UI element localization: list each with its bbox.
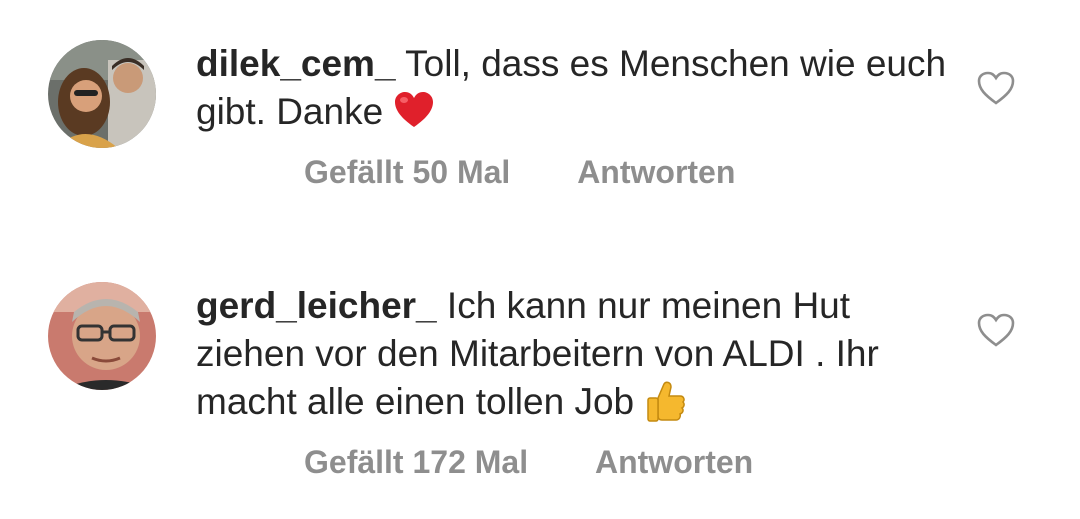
heart-outline-icon[interactable] [976, 312, 1016, 348]
comment-text: gerd_leicher_ Ich kann nur meinen Hut zi… [196, 282, 956, 426]
avatar[interactable] [48, 40, 156, 148]
reply-button[interactable]: Antworten [595, 444, 753, 480]
red-heart-emoji [393, 90, 435, 130]
comment-actions: Gefällt 50 Mal Antworten [304, 154, 735, 191]
comment-actions: Gefällt 172 Mal Antworten [304, 444, 753, 481]
username[interactable]: gerd_leicher_ [196, 285, 437, 326]
comment-text: dilek_cem_ Toll, dass es Menschen wie eu… [196, 40, 956, 136]
avatar[interactable] [48, 282, 156, 390]
likes-count[interactable]: Gefällt 172 Mal [304, 444, 528, 480]
username[interactable]: dilek_cem_ [196, 43, 396, 84]
likes-count[interactable]: Gefällt 50 Mal [304, 154, 510, 190]
heart-outline-icon[interactable] [976, 70, 1016, 106]
thumbs-up-emoji [644, 380, 686, 422]
reply-button[interactable]: Antworten [577, 154, 735, 190]
